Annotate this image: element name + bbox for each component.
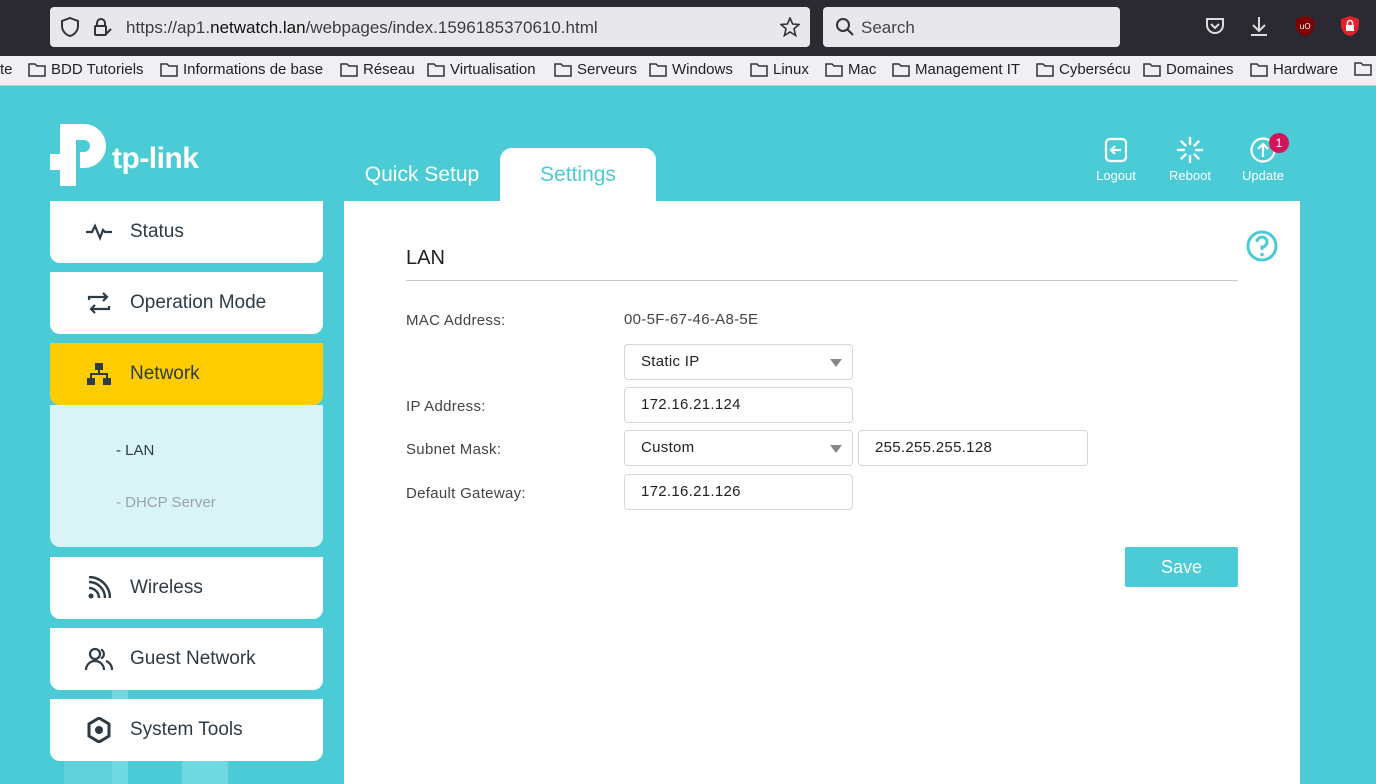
chevron-down-icon	[830, 445, 842, 453]
reboot-icon	[1176, 136, 1204, 164]
sidebar-item-guest-network[interactable]: Guest Network	[50, 628, 323, 690]
folder-icon	[649, 63, 667, 77]
status-icon	[85, 218, 113, 246]
bookmark-item[interactable]: Hardware	[1250, 61, 1338, 78]
sidebar-item-label: System Tools	[130, 719, 243, 740]
bookmark-overflow[interactable]	[1354, 61, 1376, 76]
save-button[interactable]: Save	[1125, 547, 1238, 587]
sidebar-item-label: Wireless	[130, 577, 203, 598]
sidebar-item-system-tools[interactable]: System Tools	[50, 699, 323, 761]
logout-icon	[1104, 137, 1128, 163]
bookmarks-bar: te BDD Tutoriels Informations de base Ré…	[0, 56, 1376, 86]
decorative-bar	[64, 760, 112, 784]
sidebar-item-label: Status	[130, 221, 184, 242]
tp-link-logo: tp-link	[50, 124, 220, 188]
bookmark-item[interactable]: Management IT	[892, 61, 1020, 78]
folder-icon	[825, 63, 843, 77]
browser-search-box[interactable]: Search	[823, 7, 1120, 47]
folder-icon	[1036, 63, 1054, 77]
logout-button[interactable]: Logout	[1086, 136, 1146, 183]
main-content-panel: LAN MAC Address: 00-5F-67-46-A8-5E Stati…	[344, 201, 1300, 784]
folder-icon	[160, 63, 178, 77]
sidebar-item-network[interactable]: Network	[50, 343, 323, 405]
default-gateway-input[interactable]: 172.16.21.126	[624, 474, 853, 510]
mac-address-label: MAC Address:	[406, 312, 506, 329]
folder-icon	[1250, 63, 1268, 77]
address-bar[interactable]: https://ap1.netwatch.lan/webpages/index.…	[50, 7, 810, 47]
ip-mode-select[interactable]: Static IP	[624, 344, 853, 380]
bookmark-item[interactable]: Virtualisation	[427, 61, 536, 78]
svg-text:uO: uO	[1299, 22, 1310, 31]
lock-icon[interactable]	[92, 17, 112, 37]
reboot-button[interactable]: Reboot	[1160, 136, 1220, 183]
folder-icon	[28, 63, 46, 77]
decorative-bar	[182, 760, 228, 784]
subnet-mask-label: Subnet Mask:	[406, 441, 502, 458]
bookmark-item[interactable]: Informations de base	[160, 61, 323, 78]
bookmark-item[interactable]: Linux	[750, 61, 809, 78]
download-icon[interactable]	[1247, 14, 1271, 38]
network-submenu: - LAN - DHCP Server	[50, 405, 323, 547]
chevron-down-icon	[830, 359, 842, 367]
ip-address-input[interactable]: 172.16.21.124	[624, 387, 853, 423]
section-title: LAN	[406, 247, 445, 269]
section-divider	[406, 280, 1238, 281]
folder-icon	[427, 63, 445, 77]
ip-address-label: IP Address:	[406, 398, 486, 415]
folder-icon	[1143, 63, 1161, 77]
reboot-label: Reboot	[1169, 168, 1211, 183]
folder-icon	[750, 63, 768, 77]
tp-link-logo-icon	[50, 124, 106, 186]
subnet-mode-value: Custom	[641, 439, 695, 456]
logout-label: Logout	[1096, 168, 1136, 183]
shield-icon[interactable]	[60, 17, 80, 37]
ip-mode-value: Static IP	[641, 353, 700, 370]
tab-quick-setup[interactable]: Quick Setup	[344, 148, 500, 201]
folder-icon	[340, 63, 358, 77]
extension-lock-icon[interactable]	[1338, 14, 1362, 38]
browser-toolbar: https://ap1.netwatch.lan/webpages/index.…	[0, 0, 1376, 56]
submenu-item-dhcp-server[interactable]: - DHCP Server	[116, 494, 216, 511]
bookmark-item[interactable]: BDD Tutoriels	[28, 61, 144, 78]
subnet-mask-select[interactable]: Custom	[624, 430, 853, 466]
guest-network-icon	[85, 645, 113, 673]
star-icon[interactable]	[780, 17, 800, 37]
sidebar-item-label: Network	[130, 363, 200, 384]
pocket-icon[interactable]	[1203, 14, 1227, 38]
bookmark-item[interactable]: Domaines	[1143, 61, 1234, 78]
tab-settings[interactable]: Settings	[500, 148, 656, 201]
mac-address-value: 00-5F-67-46-A8-5E	[624, 311, 759, 328]
folder-icon	[1354, 62, 1372, 76]
folder-icon	[892, 63, 910, 77]
bookmark-item[interactable]: te	[0, 61, 13, 78]
sidebar-item-status[interactable]: Status	[50, 201, 323, 263]
logo-text: tp-link	[112, 142, 199, 175]
sidebar-item-wireless[interactable]: Wireless	[50, 557, 323, 619]
bookmark-item[interactable]: Cybersécu	[1036, 61, 1131, 78]
url-text: https://ap1.netwatch.lan/webpages/index.…	[126, 18, 598, 37]
folder-icon	[554, 63, 572, 77]
update-badge: 1	[1269, 133, 1289, 153]
bookmark-item[interactable]: Réseau	[340, 61, 415, 78]
bookmark-item[interactable]: Serveurs	[554, 61, 637, 78]
wireless-icon	[85, 574, 113, 602]
default-gateway-label: Default Gateway:	[406, 485, 526, 502]
bookmark-item[interactable]: Mac	[825, 61, 876, 78]
search-placeholder: Search	[861, 18, 915, 37]
help-icon[interactable]	[1246, 230, 1278, 262]
update-button[interactable]: Update 1	[1233, 133, 1293, 183]
submenu-item-lan[interactable]: - LAN	[116, 442, 154, 459]
search-icon	[836, 18, 854, 36]
network-icon	[85, 360, 113, 388]
sidebar-item-label: Operation Mode	[130, 292, 267, 313]
bookmark-item[interactable]: Windows	[649, 61, 733, 78]
subnet-mask-input[interactable]: 255.255.255.128	[858, 430, 1088, 466]
system-tools-icon	[85, 716, 113, 744]
update-label: Update	[1242, 168, 1284, 183]
sidebar-item-label: Guest Network	[130, 648, 256, 669]
sidebar-item-operation-mode[interactable]: Operation Mode	[50, 272, 323, 334]
operation-mode-icon	[85, 289, 113, 317]
ublock-icon[interactable]: uO	[1293, 14, 1317, 38]
